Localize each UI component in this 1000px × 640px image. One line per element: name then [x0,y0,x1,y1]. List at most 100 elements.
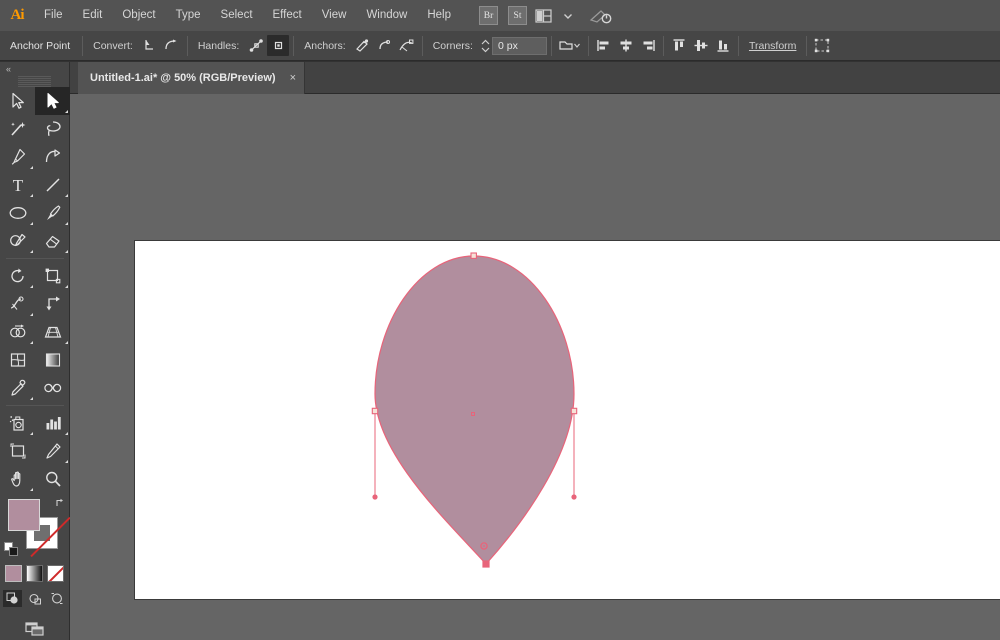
align-bottom-icon[interactable] [712,35,734,56]
tool-flyout-indicator[interactable] [30,313,33,316]
paintbrush-tool[interactable] [35,199,70,227]
tool-flyout-indicator[interactable] [65,222,68,225]
gradient-swatch-button[interactable] [26,565,43,582]
chevron-down-icon[interactable] [557,4,579,28]
handle-right-endpoint[interactable] [571,494,577,500]
zoom-tool[interactable] [35,465,70,493]
artwork-layer[interactable] [70,94,1000,640]
blend-tool[interactable] [35,374,70,402]
tool-flyout-indicator[interactable] [30,285,33,288]
tool-flyout-indicator[interactable] [65,250,68,253]
align-horizontal-center-icon[interactable] [615,35,637,56]
slice-tool[interactable] [35,437,70,465]
curvature-tool[interactable] [35,143,70,171]
color-swatch-button[interactable] [5,565,22,582]
teardrop-balloon-path[interactable] [374,255,575,565]
arrange-documents-icon[interactable] [533,4,555,28]
corners-stepper[interactable] [479,36,492,55]
mesh-tool[interactable] [0,346,35,374]
artboard-tool[interactable] [0,437,35,465]
menu-window[interactable]: Window [356,0,417,31]
bridge-icon[interactable]: Br [479,6,498,25]
menu-edit[interactable]: Edit [73,0,113,31]
tool-flyout-indicator[interactable] [30,397,33,400]
line-segment-tool[interactable] [35,171,70,199]
draw-inside-button[interactable] [47,590,66,607]
free-transform-tool[interactable] [35,290,70,318]
symbol-sprayer-tool[interactable] [0,409,35,437]
hide-handles-icon[interactable] [267,35,290,56]
tool-flyout-indicator[interactable] [30,250,33,253]
tool-flyout-indicator[interactable] [65,460,68,463]
tool-flyout-indicator[interactable] [65,341,68,344]
menu-type[interactable]: Type [166,0,211,31]
tool-flyout-indicator[interactable] [30,488,33,491]
search-adobe-stock-icon[interactable] [589,4,613,28]
align-top-icon[interactable] [668,35,690,56]
eyedropper-tool[interactable] [0,374,35,402]
panel-drag-handle[interactable] [18,76,51,87]
tool-flyout-indicator[interactable] [30,194,33,197]
anchor-bottom[interactable] [482,560,490,568]
scale-tool[interactable] [35,262,70,290]
transform-link[interactable]: Transform [743,40,802,52]
menu-object[interactable]: Object [112,0,165,31]
show-handles-icon[interactable] [245,35,267,56]
shape-builder-tool[interactable] [0,318,35,346]
remove-selected-anchors-icon[interactable] [374,35,396,56]
type-tool[interactable]: T [0,171,35,199]
width-tool[interactable] [0,290,35,318]
tool-flyout-indicator[interactable] [30,432,33,435]
default-fill-stroke-icon[interactable] [4,542,18,556]
magic-wand-tool[interactable] [0,115,35,143]
selection-tool[interactable] [0,87,35,115]
tool-flyout-indicator[interactable] [65,285,68,288]
direct-selection-tool[interactable] [35,87,70,115]
anchor-right[interactable] [570,407,578,415]
eraser-tool[interactable] [35,227,70,255]
corners-input[interactable]: 0 px [491,36,547,55]
handle-left-endpoint[interactable] [372,494,378,500]
stock-icon[interactable]: St [508,6,527,25]
tool-flyout-indicator[interactable] [30,222,33,225]
tool-flyout-indicator[interactable] [65,110,68,113]
hand-tool[interactable] [0,465,35,493]
canvas-area[interactable] [70,94,1000,640]
fill-swatch[interactable] [8,499,40,531]
document-tab[interactable]: Untitled-1.ai* @ 50% (RGB/Preview) × [78,62,305,94]
collapse-panel-icon[interactable]: « [0,62,69,76]
gradient-tool[interactable] [35,346,70,374]
isolate-selected-object-icon[interactable] [556,35,584,56]
shaper-tool[interactable] [0,227,35,255]
swap-fill-stroke-icon[interactable] [55,497,67,509]
none-swatch-button[interactable] [47,565,64,582]
convert-to-corner-icon[interactable] [139,35,161,56]
tool-flyout-indicator[interactable] [30,166,33,169]
close-icon[interactable]: × [290,72,296,84]
pen-tool[interactable] [0,143,35,171]
anchor-left[interactable] [371,407,379,415]
distribute-spacing-icon[interactable] [811,35,833,56]
menu-view[interactable]: View [312,0,357,31]
connect-selected-anchors-icon[interactable] [396,35,418,56]
show-anchor-handles-icon[interactable] [352,35,374,56]
align-right-icon[interactable] [637,35,659,56]
align-vertical-center-icon[interactable] [690,35,712,56]
align-left-icon[interactable] [593,35,615,56]
menu-select[interactable]: Select [211,0,263,31]
lasso-tool[interactable] [35,115,70,143]
draw-normal-button[interactable] [3,590,22,607]
rotate-tool[interactable] [0,262,35,290]
tool-flyout-indicator[interactable] [30,341,33,344]
draw-behind-button[interactable] [25,590,44,607]
change-screen-mode-button[interactable] [23,619,47,639]
convert-to-smooth-icon[interactable] [161,35,183,56]
perspective-grid-tool[interactable] [35,318,70,346]
menu-help[interactable]: Help [417,0,461,31]
menu-file[interactable]: File [34,0,73,31]
tool-flyout-indicator[interactable] [65,432,68,435]
anchor-top[interactable] [470,252,477,259]
column-graph-tool[interactable] [35,409,70,437]
menu-effect[interactable]: Effect [263,0,312,31]
ellipse-tool[interactable] [0,199,35,227]
